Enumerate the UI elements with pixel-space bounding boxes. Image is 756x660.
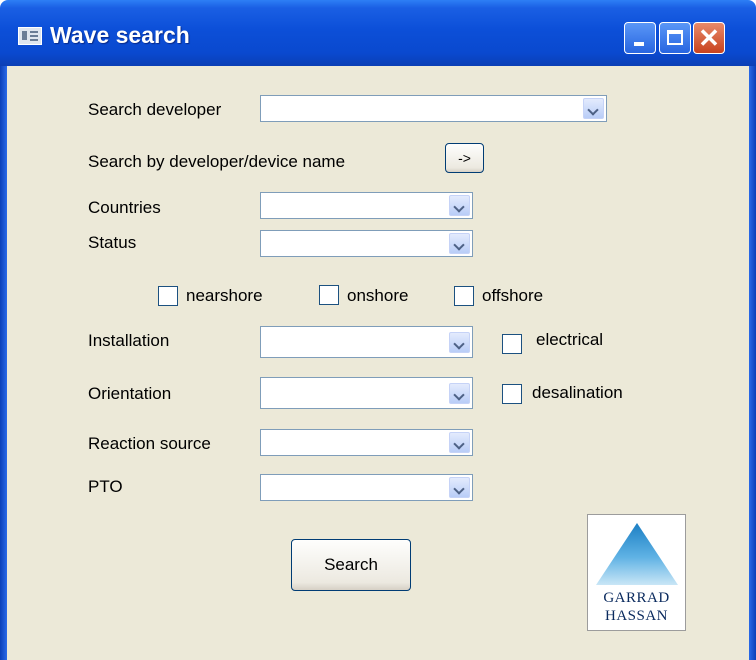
window-frame-left <box>0 66 7 660</box>
desalination-checkbox[interactable] <box>502 384 522 404</box>
chevron-down-icon[interactable] <box>449 477 470 498</box>
chevron-down-icon[interactable] <box>449 195 470 216</box>
window-title: Wave search <box>50 22 190 48</box>
reaction-source-label: Reaction source <box>88 434 211 453</box>
search-by-name-go-button[interactable]: -> <box>445 143 484 173</box>
minimize-icon <box>634 42 644 46</box>
close-button[interactable]: ✕ <box>693 22 725 54</box>
installation-label: Installation <box>88 331 170 350</box>
orientation-label: Orientation <box>88 384 172 403</box>
logo-line-1: GARRAD <box>603 590 670 606</box>
nearshore-checkbox[interactable] <box>158 286 178 306</box>
search-developer-label: Search developer <box>88 100 222 119</box>
onshore-label: onshore <box>347 286 409 305</box>
electrical-checkbox[interactable] <box>502 334 522 354</box>
status-label: Status <box>88 233 137 252</box>
title-bar[interactable]: Wave search ✕ <box>0 0 756 66</box>
close-icon: ✕ <box>698 23 720 53</box>
desalination-label: desalination <box>532 383 623 402</box>
pyramid-icon <box>596 523 678 585</box>
logo-line-2: HASSAN <box>604 608 668 624</box>
chevron-down-icon[interactable] <box>449 332 470 353</box>
maximize-icon <box>667 30 683 45</box>
nearshore-label: nearshore <box>186 286 263 305</box>
onshore-checkbox[interactable] <box>319 285 339 305</box>
countries-combo[interactable] <box>260 192 473 219</box>
orientation-combo[interactable] <box>260 377 473 409</box>
installation-combo[interactable] <box>260 326 473 358</box>
offshore-checkbox[interactable] <box>454 286 474 306</box>
garrad-hassan-logo: GARRAD HASSAN <box>587 514 686 631</box>
search-button[interactable]: Search <box>291 539 411 591</box>
chevron-down-icon[interactable] <box>583 98 604 119</box>
search-developer-combo[interactable] <box>260 95 607 122</box>
maximize-button[interactable] <box>659 22 691 54</box>
offshore-label: offshore <box>482 286 544 305</box>
reaction-source-combo[interactable] <box>260 429 473 456</box>
window-frame-right <box>749 66 756 660</box>
minimize-button[interactable] <box>624 22 656 54</box>
chevron-down-icon[interactable] <box>449 383 470 404</box>
search-by-name-label: Search by developer/device name <box>88 152 346 171</box>
pto-combo[interactable] <box>260 474 473 501</box>
chevron-down-icon[interactable] <box>449 432 470 453</box>
electrical-label: electrical <box>536 330 604 349</box>
chevron-down-icon[interactable] <box>449 233 470 254</box>
pto-label: PTO <box>88 477 123 496</box>
wave-search-window: Wave search ✕ Search developer Search by… <box>0 0 756 660</box>
form-icon <box>18 27 42 45</box>
countries-label: Countries <box>88 198 161 217</box>
status-combo[interactable] <box>260 230 473 257</box>
